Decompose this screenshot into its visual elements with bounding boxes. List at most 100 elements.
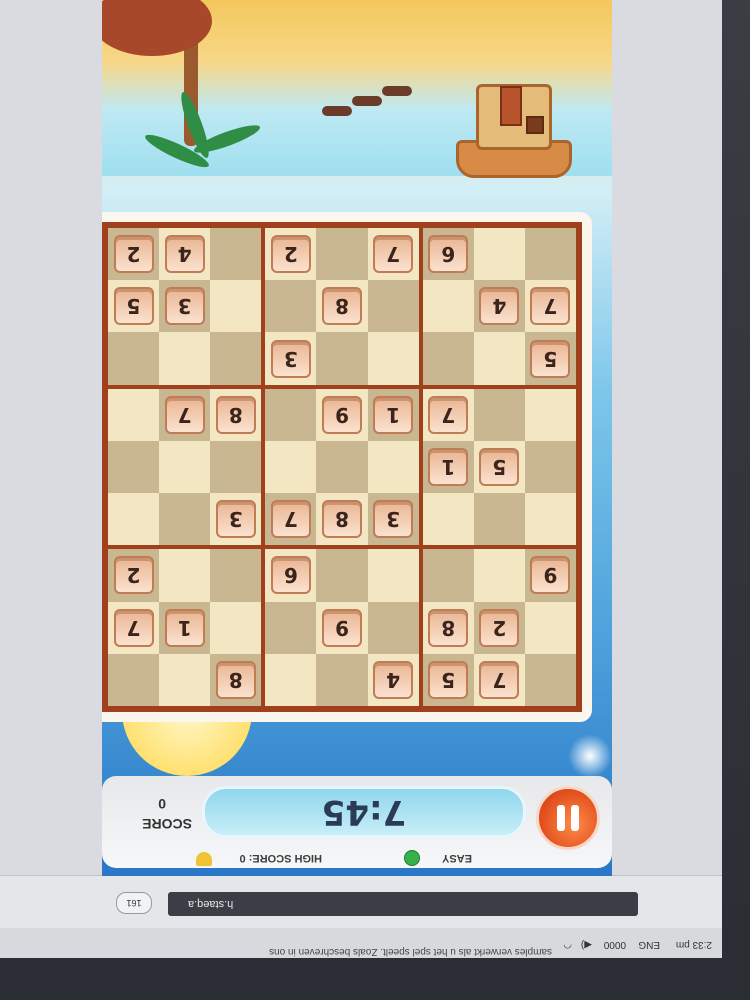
sudoku-cell[interactable]: [108, 440, 160, 494]
sudoku-cell[interactable]: 8: [210, 653, 262, 706]
sudoku-board: 75289496817251738719387574638723542: [102, 212, 592, 722]
sudoku-cell[interactable]: [367, 601, 419, 654]
sudoku-cell[interactable]: 1: [159, 601, 211, 654]
sudoku-cell[interactable]: [159, 549, 211, 602]
sudoku-cell[interactable]: 8: [316, 280, 368, 333]
sudoku-cell[interactable]: [367, 440, 419, 494]
sudoku-cell[interactable]: 6: [422, 228, 474, 281]
sudoku-cell[interactable]: 3: [159, 280, 211, 333]
sudoku-cell[interactable]: [210, 549, 262, 602]
sudoku-cell[interactable]: [108, 388, 160, 441]
sudoku-cell[interactable]: 2: [265, 228, 317, 281]
sudoku-cell[interactable]: 8: [316, 493, 368, 546]
sudoku-cell[interactable]: 2: [473, 601, 525, 654]
number-tile: 5: [530, 339, 571, 378]
sudoku-cell[interactable]: [265, 280, 317, 333]
sudoku-cell[interactable]: [265, 388, 317, 441]
sudoku-cell[interactable]: [473, 493, 525, 546]
sudoku-cell[interactable]: [210, 332, 262, 385]
sudoku-cell[interactable]: [108, 493, 160, 546]
game-hud: EASY 7:45 HIGH SCORE: 0 SCORE 0: [102, 776, 612, 868]
sudoku-cell[interactable]: 7: [108, 601, 160, 654]
pause-button[interactable]: [536, 786, 600, 850]
sudoku-cell[interactable]: [422, 549, 474, 602]
sudoku-cell[interactable]: 3: [367, 493, 419, 546]
sudoku-cell[interactable]: 7: [159, 388, 211, 441]
number-tile: 4: [164, 235, 205, 274]
sudoku-cell[interactable]: 8: [210, 388, 262, 441]
sudoku-cell[interactable]: 8: [422, 601, 474, 654]
sudoku-cell[interactable]: 7: [473, 653, 525, 706]
sudoku-cell[interactable]: [159, 653, 211, 706]
sudoku-cell[interactable]: [524, 228, 576, 281]
sudoku-cell[interactable]: [422, 332, 474, 385]
sudoku-cell[interactable]: 9: [316, 388, 368, 441]
taskbar-time: 2:33 pm: [675, 939, 712, 950]
sudoku-cell[interactable]: [159, 332, 211, 385]
sudoku-cell[interactable]: [367, 280, 419, 333]
sudoku-cell[interactable]: [316, 332, 368, 385]
sudoku-cell[interactable]: [265, 440, 317, 494]
sudoku-cell[interactable]: [210, 228, 262, 281]
sudoku-cell[interactable]: 4: [367, 653, 419, 706]
sudoku-cell[interactable]: [159, 493, 211, 546]
sudoku-cell[interactable]: 4: [159, 228, 211, 281]
sudoku-cell[interactable]: [210, 280, 262, 333]
sudoku-cell[interactable]: 7: [422, 388, 474, 441]
number-tile: 8: [322, 500, 363, 539]
sudoku-cell[interactable]: 4: [473, 280, 525, 333]
pause-icon-bar: [557, 805, 565, 831]
sudoku-cell[interactable]: [473, 388, 525, 441]
sudoku-cell[interactable]: [316, 228, 368, 281]
sudoku-cell[interactable]: 3: [210, 493, 262, 546]
sudoku-cell[interactable]: [367, 549, 419, 602]
sudoku-cell[interactable]: [210, 601, 262, 654]
sudoku-cell[interactable]: [524, 493, 576, 546]
wifi-icon[interactable]: ◠: [563, 939, 572, 950]
sudoku-cell[interactable]: [316, 549, 368, 602]
sudoku-cell[interactable]: 2: [108, 549, 160, 602]
sudoku-cell[interactable]: [422, 280, 474, 333]
sudoku-cell[interactable]: 1: [422, 440, 474, 494]
sudoku-cell[interactable]: 1: [367, 388, 419, 441]
sudoku-cell[interactable]: [108, 653, 160, 706]
sudoku-cell[interactable]: 9: [316, 601, 368, 654]
sudoku-cell[interactable]: 2: [108, 228, 160, 281]
sudoku-cell[interactable]: [316, 653, 368, 706]
sudoku-cell[interactable]: 5: [108, 280, 160, 333]
sudoku-cell[interactable]: [524, 601, 576, 654]
notification-badge[interactable]: 161: [116, 892, 152, 914]
number-tile: 7: [113, 608, 154, 647]
sudoku-cell[interactable]: 9: [524, 549, 576, 602]
sudoku-cell[interactable]: 6: [265, 549, 317, 602]
sudoku-cell[interactable]: 5: [524, 332, 576, 385]
sudoku-cell[interactable]: [422, 493, 474, 546]
sudoku-cell[interactable]: [524, 440, 576, 494]
number-tile: 6: [270, 556, 311, 595]
sudoku-cell[interactable]: 3: [265, 332, 317, 385]
sudoku-cell[interactable]: [367, 332, 419, 385]
sudoku-cell[interactable]: 7: [265, 493, 317, 546]
sudoku-cell[interactable]: [108, 332, 160, 385]
sudoku-game: EASY 7:45 HIGH SCORE: 0 SCORE 0 75289496…: [102, 0, 612, 876]
sudoku-cell[interactable]: 5: [473, 440, 525, 494]
speaker-icon[interactable]: ◀): [581, 939, 592, 950]
number-tile: 1: [428, 448, 469, 487]
sudoku-cell[interactable]: [473, 228, 525, 281]
sudoku-cell[interactable]: [265, 653, 317, 706]
timer-display: 7:45: [202, 786, 526, 838]
sudoku-cell[interactable]: [265, 601, 317, 654]
sudoku-cell[interactable]: [159, 440, 211, 494]
sudoku-cell[interactable]: [473, 549, 525, 602]
sudoku-cell[interactable]: 7: [524, 280, 576, 333]
number-tile: 9: [322, 608, 363, 647]
sudoku-cell[interactable]: [210, 440, 262, 494]
sudoku-cell[interactable]: [316, 440, 368, 494]
address-field[interactable]: h.staeq.a: [168, 892, 638, 916]
number-tile: 5: [113, 287, 154, 326]
sudoku-cell[interactable]: 7: [367, 228, 419, 281]
sudoku-cell[interactable]: [473, 332, 525, 385]
sudoku-cell[interactable]: 5: [422, 653, 474, 706]
sudoku-cell[interactable]: [524, 653, 576, 706]
sudoku-cell[interactable]: [524, 388, 576, 441]
